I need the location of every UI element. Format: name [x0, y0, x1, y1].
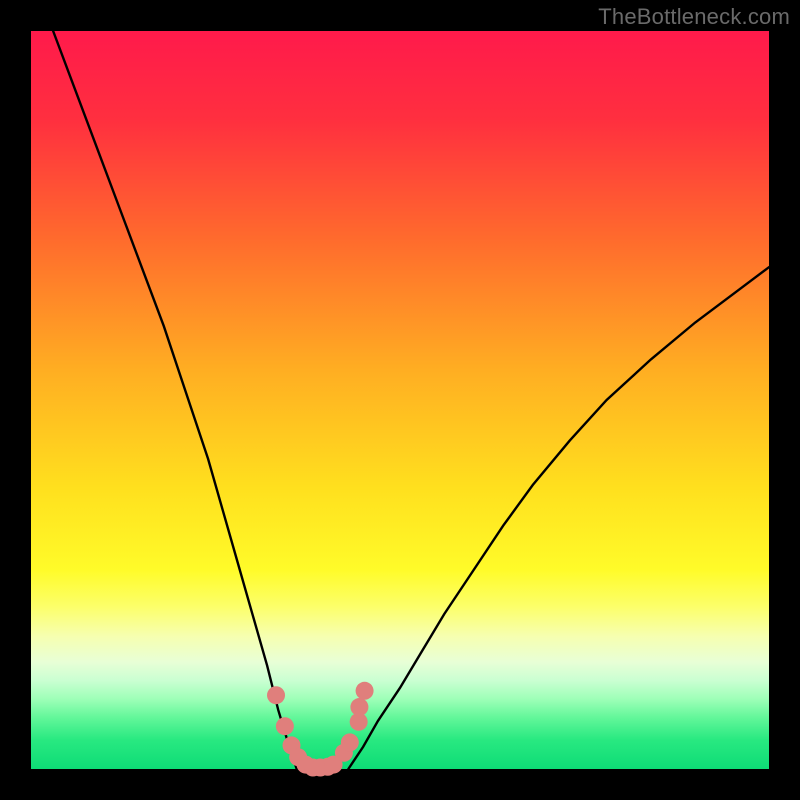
marker-point	[267, 686, 285, 704]
marker-point	[276, 717, 294, 735]
chart-frame: TheBottleneck.com	[0, 0, 800, 800]
watermark-text: TheBottleneck.com	[598, 4, 790, 30]
plot-background	[31, 31, 769, 769]
bottleneck-chart	[0, 0, 800, 800]
marker-point	[356, 682, 374, 700]
marker-point	[350, 698, 368, 716]
marker-point	[341, 733, 359, 751]
